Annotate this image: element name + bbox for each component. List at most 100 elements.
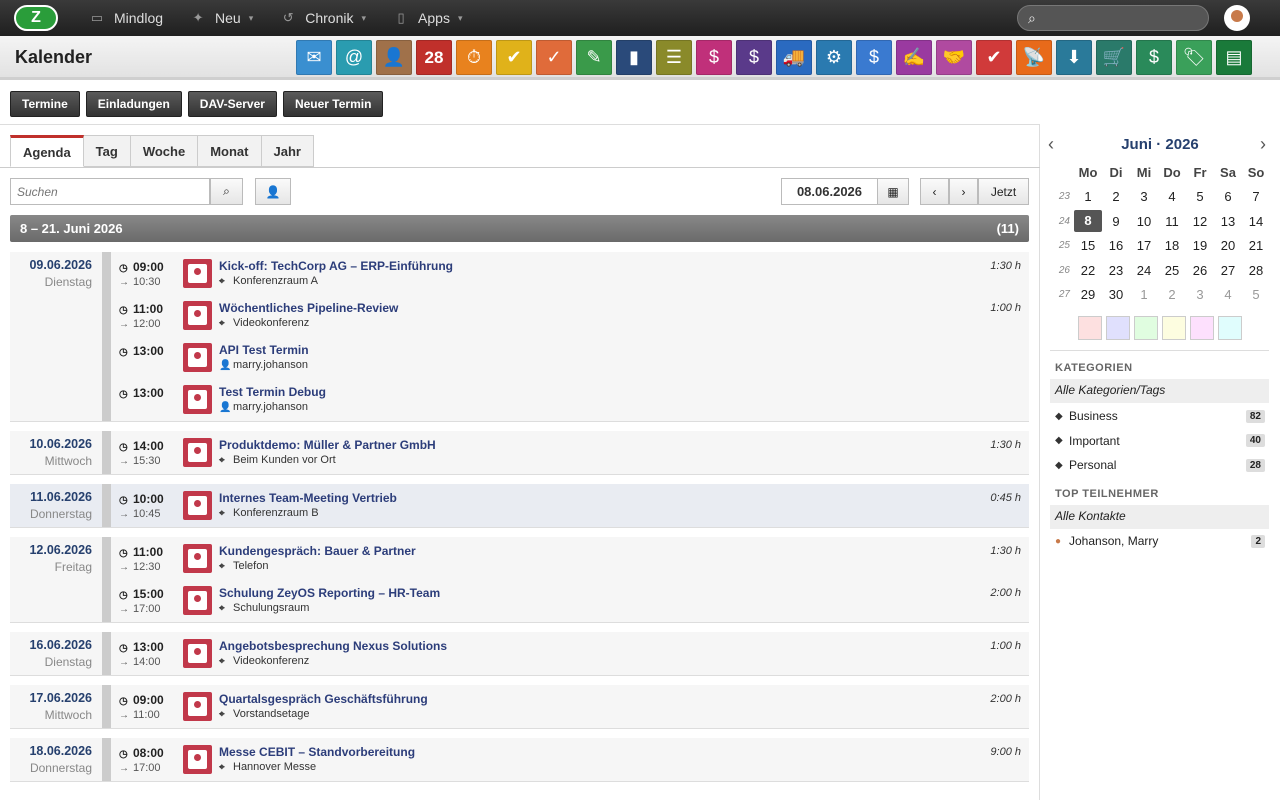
date-field[interactable]: 08.06.2026 bbox=[781, 178, 878, 205]
timer-app-icon[interactable]: ⏱ bbox=[456, 40, 492, 75]
nav-chronik[interactable]: ↺ Chronik ▾ bbox=[279, 10, 366, 26]
all-contacts-item[interactable]: Alle Kontakte bbox=[1050, 505, 1269, 529]
address-book-app-icon[interactable]: @ bbox=[336, 40, 372, 75]
calendar-day[interactable]: 15 bbox=[1074, 238, 1102, 253]
agenda-event[interactable]: ◷ 13:00 → 14:00 Angebotsbesprechung Nexus So… bbox=[111, 632, 1029, 674]
tab-woche[interactable]: Woche bbox=[130, 135, 199, 167]
chevron-right-icon[interactable]: › bbox=[1260, 134, 1266, 155]
participant-item[interactable]: ● Johanson, Marry 2 bbox=[1055, 534, 1265, 548]
broadcast-app-icon[interactable]: 📡 bbox=[1016, 40, 1052, 75]
calendar-day[interactable]: 22 bbox=[1074, 263, 1102, 278]
mail-app-icon[interactable]: ✉ bbox=[296, 40, 332, 75]
calendar-day[interactable]: 4 bbox=[1158, 189, 1186, 204]
day-date[interactable]: 11.06.2026 bbox=[10, 490, 92, 504]
invoices-app-icon[interactable]: ✔ bbox=[976, 40, 1012, 75]
calendar-day[interactable]: 26 bbox=[1186, 263, 1214, 278]
contracts-app-icon[interactable]: ✍ bbox=[896, 40, 932, 75]
event-title[interactable]: Kundengespräch: Bauer & Partner bbox=[219, 544, 416, 558]
calendar-day[interactable]: 5 bbox=[1242, 287, 1270, 302]
partners-app-icon[interactable]: 🤝 bbox=[936, 40, 972, 75]
database-app-icon[interactable]: ▤ bbox=[1216, 40, 1252, 75]
day-date[interactable]: 17.06.2026 bbox=[10, 691, 92, 705]
agenda-event[interactable]: ◷ 13:00 API Test Termin 👤 marry.johanson bbox=[111, 336, 1029, 378]
participant-filter-button[interactable]: 👤 bbox=[255, 178, 291, 205]
neuer-termin-button[interactable]: Neuer Termin bbox=[282, 91, 384, 117]
agenda-event[interactable]: ◷ 11:00 → 12:00 Wöchentliches Pipeline-Revie… bbox=[111, 294, 1029, 336]
color-swatch[interactable] bbox=[1190, 316, 1214, 340]
agenda-event[interactable]: ◷ 15:00 → 17:00 Schulung ZeyOS Reporting – H… bbox=[111, 579, 1029, 621]
tasks-app-icon[interactable]: ✔ bbox=[496, 40, 532, 75]
agenda-event[interactable]: ◷ 10:00 → 10:45 Internes Team-Meeting Vertri… bbox=[111, 484, 1029, 526]
calendar-day[interactable]: 30 bbox=[1102, 287, 1130, 302]
calendar-day[interactable]: 23 bbox=[1102, 263, 1130, 278]
search-input[interactable] bbox=[10, 178, 210, 205]
agenda-event[interactable]: ◷ 14:00 → 15:30 Produktdemo: Müller & Partne… bbox=[111, 431, 1029, 473]
calendar-day[interactable]: 24 bbox=[1130, 263, 1158, 278]
money-app-icon[interactable]: $ bbox=[856, 40, 892, 75]
agenda-event[interactable]: ◷ 09:00 → 11:00 Quartalsgespräch Geschäftsfü… bbox=[111, 685, 1029, 727]
calendar-day[interactable]: 25 bbox=[1158, 263, 1186, 278]
event-title[interactable]: Schulung ZeyOS Reporting – HR-Team bbox=[219, 586, 440, 600]
pos-app-icon[interactable]: $ bbox=[696, 40, 732, 75]
pricing-app-icon[interactable]: 🏷 bbox=[1176, 40, 1212, 75]
calendar-day[interactable]: 12 bbox=[1186, 214, 1214, 229]
calendar-day[interactable]: 2 bbox=[1102, 189, 1130, 204]
day-date[interactable]: 12.06.2026 bbox=[10, 543, 92, 557]
color-swatch[interactable] bbox=[1106, 316, 1130, 340]
day-date[interactable]: 10.06.2026 bbox=[10, 437, 92, 451]
notes-app-icon[interactable]: ✎ bbox=[576, 40, 612, 75]
calendar-day[interactable]: 1 bbox=[1130, 287, 1158, 302]
calendar-day[interactable]: 6 bbox=[1214, 189, 1242, 204]
day-date[interactable]: 18.06.2026 bbox=[10, 744, 92, 758]
calendar-day[interactable]: 28 bbox=[1242, 263, 1270, 278]
calendar-day[interactable]: 11 bbox=[1158, 214, 1186, 229]
calendar-day[interactable]: 19 bbox=[1186, 238, 1214, 253]
calendar-day[interactable]: 10 bbox=[1130, 214, 1158, 229]
calendar-day[interactable]: 17 bbox=[1130, 238, 1158, 253]
nav-apps[interactable]: ▯ Apps ▾ bbox=[392, 10, 462, 26]
finance-app-icon[interactable]: $ bbox=[736, 40, 772, 75]
calendar-day[interactable]: 29 bbox=[1074, 287, 1102, 302]
event-title[interactable]: Kick-off: TechCorp AG – ERP-Einführung bbox=[219, 259, 453, 273]
tab-agenda[interactable]: Agenda bbox=[10, 135, 84, 167]
agenda-event[interactable]: ◷ 13:00 Test Termin Debug 👤 marry.johanson bbox=[111, 378, 1029, 420]
nav-mindlog[interactable]: ▭ Mindlog bbox=[88, 10, 163, 26]
calendar-day[interactable]: 3 bbox=[1130, 189, 1158, 204]
calendar-day[interactable]: 18 bbox=[1158, 238, 1186, 253]
tab-tag[interactable]: Tag bbox=[83, 135, 131, 167]
agenda-event[interactable]: ◷ 11:00 → 12:30 Kundengespräch: Bauer & Part… bbox=[111, 537, 1029, 579]
calendar-day[interactable]: 16 bbox=[1102, 238, 1130, 253]
category-item[interactable]: ◆ Personal 28 bbox=[1055, 458, 1265, 472]
date-picker-button[interactable]: ▦ bbox=[877, 178, 909, 205]
calendar-day[interactable]: 3 bbox=[1186, 287, 1214, 302]
calendar-day[interactable]: 5 bbox=[1186, 189, 1214, 204]
contacts-app-icon[interactable]: 👤 bbox=[376, 40, 412, 75]
calendar-day[interactable]: 7 bbox=[1242, 189, 1270, 204]
color-swatch[interactable] bbox=[1162, 316, 1186, 340]
event-title[interactable]: Produktdemo: Müller & Partner GmbH bbox=[219, 438, 436, 452]
prev-button[interactable]: ‹ bbox=[920, 178, 949, 205]
calendar-day[interactable]: 9 bbox=[1102, 214, 1130, 229]
documents-app-icon[interactable]: ☰ bbox=[656, 40, 692, 75]
day-date[interactable]: 16.06.2026 bbox=[10, 638, 92, 652]
calendar-day[interactable]: 13 bbox=[1214, 214, 1242, 229]
logistics-app-icon[interactable]: 🚚 bbox=[776, 40, 812, 75]
tab-monat[interactable]: Monat bbox=[198, 135, 262, 167]
payments-app-icon[interactable]: $ bbox=[1136, 40, 1172, 75]
agenda-event[interactable]: ◷ 09:00 → 10:30 Kick-off: TechCorp AG – ERP-… bbox=[111, 252, 1029, 294]
now-button[interactable]: Jetzt bbox=[978, 178, 1029, 205]
calendar-day[interactable]: 2 bbox=[1158, 287, 1186, 302]
calendar-app-icon[interactable]: 28 bbox=[416, 40, 452, 75]
calendar-day[interactable]: 8 bbox=[1074, 210, 1102, 233]
event-title[interactable]: Internes Team-Meeting Vertrieb bbox=[219, 491, 397, 505]
color-swatch[interactable] bbox=[1218, 316, 1242, 340]
all-categories-item[interactable]: Alle Kategorien/Tags bbox=[1050, 379, 1269, 403]
termine-button[interactable]: Termine bbox=[10, 91, 80, 117]
dav-server-button[interactable]: DAV-Server bbox=[187, 91, 277, 117]
day-date[interactable]: 09.06.2026 bbox=[10, 258, 92, 272]
calendar-day[interactable]: 27 bbox=[1214, 263, 1242, 278]
nav-neu[interactable]: ✦ Neu ▾ bbox=[189, 10, 254, 26]
download-app-icon[interactable]: ⬇ bbox=[1056, 40, 1092, 75]
user-avatar[interactable] bbox=[1224, 5, 1250, 31]
color-swatch[interactable] bbox=[1134, 316, 1158, 340]
